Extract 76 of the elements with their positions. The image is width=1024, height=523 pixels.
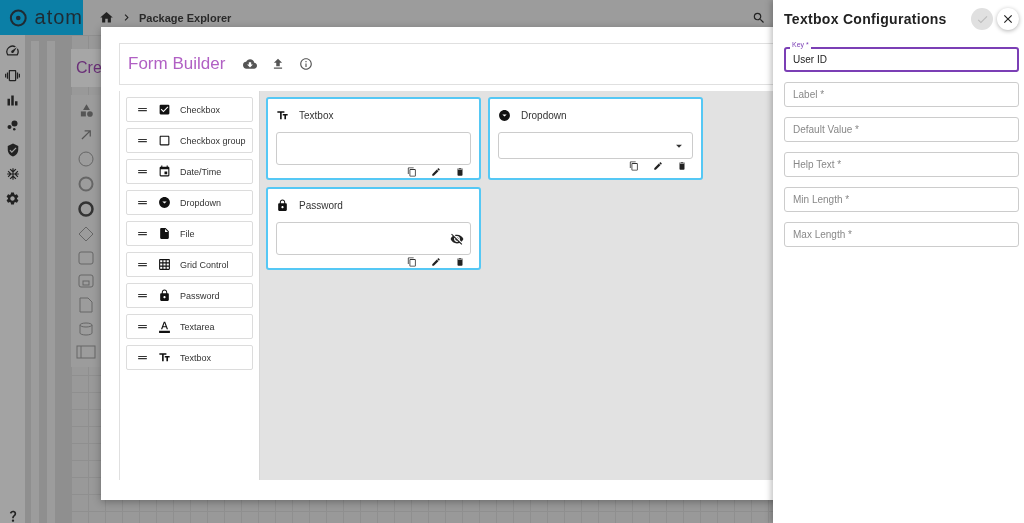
field-card[interactable]: Password (266, 187, 481, 270)
palette-label: Checkbox group (180, 135, 246, 146)
palette-label: Textbox (180, 352, 212, 363)
palette-item[interactable]: Password (126, 283, 253, 308)
dialog-title: Form Builder (128, 54, 226, 74)
text-size-icon (158, 351, 171, 364)
panel-title: Textbox Configurations (784, 11, 948, 27)
shield-icon[interactable] (5, 143, 20, 157)
circle-icon[interactable] (78, 201, 94, 217)
input-field[interactable]: Help Text * (784, 152, 1019, 177)
canvas-title: Cre (76, 59, 102, 77)
palette-item[interactable]: Checkbox group (126, 128, 253, 153)
snowflake-icon[interactable] (5, 167, 20, 181)
input-field[interactable]: User ID (784, 47, 1019, 72)
palette-label: Textarea (180, 321, 215, 332)
palette-label: File (180, 228, 195, 239)
palette-item[interactable]: Grid Control (126, 252, 253, 277)
text-size-icon (276, 108, 289, 122)
palette-item[interactable]: Textarea (126, 314, 253, 339)
copy-icon[interactable] (629, 161, 639, 171)
edit-icon[interactable] (431, 257, 441, 267)
home-icon[interactable] (99, 10, 114, 25)
copy-icon[interactable] (407, 257, 417, 267)
input-field[interactable]: Default Value * (784, 117, 1019, 142)
breadcrumb-item[interactable]: Package Explorer (139, 11, 232, 24)
palette-item[interactable]: Date/Time (126, 159, 253, 184)
input-field[interactable]: Min Length * (784, 187, 1019, 212)
field-card[interactable]: Textbox (266, 97, 481, 180)
input-field[interactable]: Max Length * (784, 222, 1019, 247)
search-icon[interactable] (752, 10, 766, 25)
bar-chart-icon[interactable] (5, 93, 20, 108)
palette-item[interactable]: Checkbox (126, 97, 253, 122)
palette-item[interactable]: Dropdown (126, 190, 253, 215)
edit-icon[interactable] (431, 167, 441, 177)
edit-icon[interactable] (653, 161, 663, 171)
calendar-icon (158, 165, 171, 178)
settings-icon[interactable] (5, 191, 20, 206)
field-label: Dropdown (521, 109, 567, 121)
dropdown-icon (498, 108, 511, 122)
delete-icon[interactable] (455, 257, 465, 267)
phone-icon[interactable] (5, 68, 20, 83)
delete-icon[interactable] (455, 167, 465, 177)
input-field[interactable]: Label * (784, 82, 1019, 107)
copy-icon[interactable] (407, 167, 417, 177)
info-icon[interactable] (299, 57, 314, 71)
lock-icon (158, 289, 171, 302)
palette-item[interactable]: File (126, 221, 253, 246)
field-label: Password (299, 199, 343, 211)
checkbox-icon (158, 103, 171, 116)
close-icon (1001, 12, 1015, 26)
cloud-download-icon[interactable] (243, 57, 258, 71)
field-label: Textbox (299, 109, 334, 121)
input-field[interactable] (276, 132, 471, 165)
gauge-icon[interactable] (5, 43, 20, 58)
logo-icon (9, 7, 28, 28)
palette-label: Date/Time (180, 166, 222, 177)
document-icon (158, 227, 171, 240)
input-field[interactable] (276, 222, 471, 255)
logo-text: atom (34, 6, 83, 29)
delete-icon[interactable] (677, 161, 687, 171)
empty-checkbox-icon (158, 134, 171, 147)
shape-icon[interactable] (78, 103, 94, 118)
bubbles-icon[interactable] (5, 118, 20, 133)
eye-off-icon[interactable] (450, 231, 464, 246)
field-card[interactable]: Dropdown (488, 97, 703, 180)
palette-label: Grid Control (180, 259, 229, 270)
grid-icon (158, 258, 171, 271)
palette-label: Password (180, 290, 220, 301)
dropdown-field[interactable] (498, 132, 693, 159)
palette-item[interactable]: Textbox (126, 345, 253, 370)
dropdown-icon (158, 196, 171, 209)
lock-icon (276, 198, 289, 212)
text-format-icon (158, 320, 171, 333)
palette-label: Dropdown (180, 197, 222, 208)
palette-label: Checkbox (180, 104, 221, 115)
close-button[interactable] (997, 8, 1019, 30)
